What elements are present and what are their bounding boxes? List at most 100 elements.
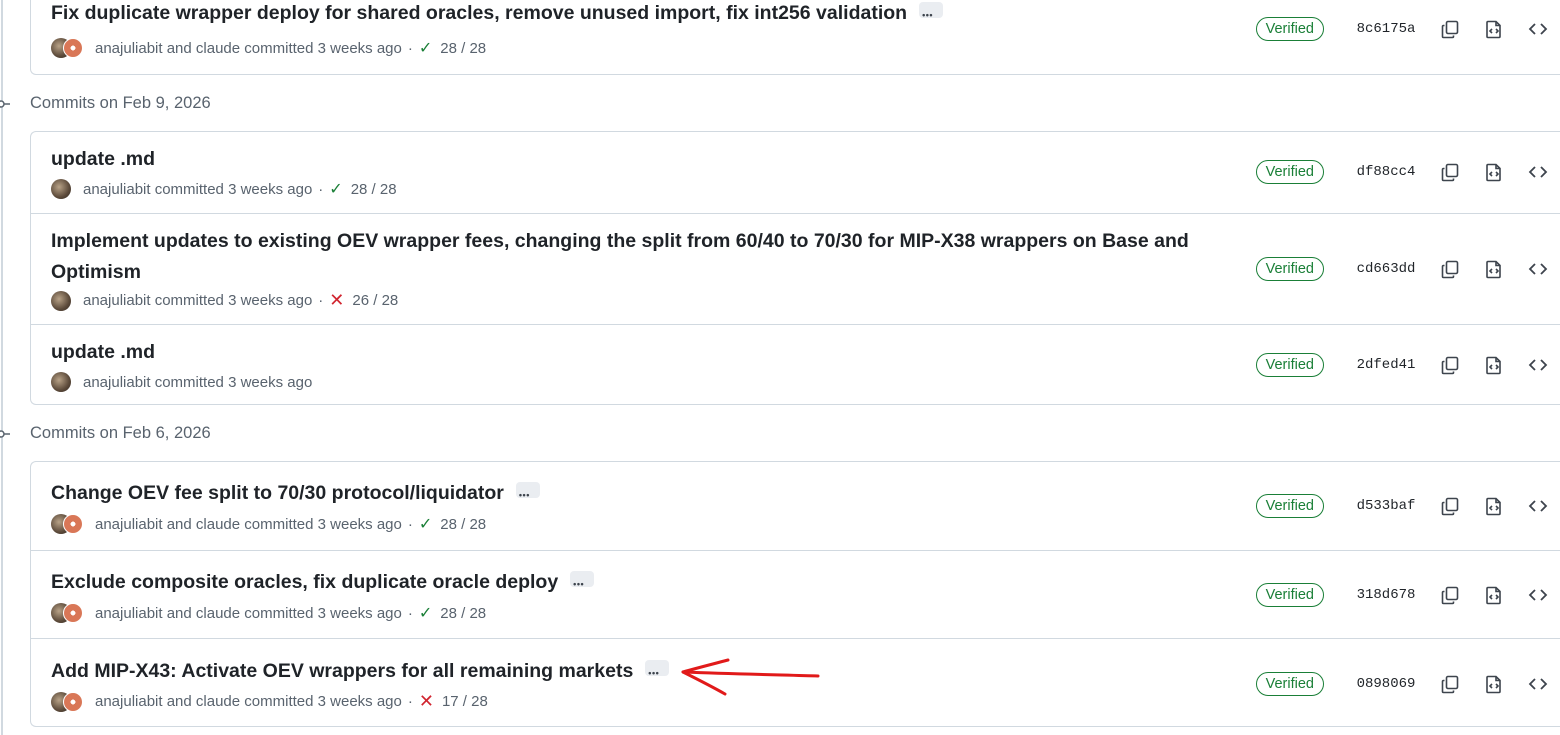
commit-row: Exclude composite oracles, fix duplicate… xyxy=(31,550,1560,638)
commit-title[interactable]: Fix duplicate wrapper deploy for shared … xyxy=(51,0,944,30)
avatar[interactable] xyxy=(51,603,85,623)
commit-authors: anajuliabit committed 3 weeks ago xyxy=(83,292,313,309)
check-icon[interactable]: ✓ xyxy=(329,179,342,199)
commit-authors: anajuliabit and claude committed 3 weeks… xyxy=(95,693,402,710)
verified-badge[interactable]: Verified xyxy=(1255,583,1324,607)
x-icon[interactable]: ✕ xyxy=(329,290,344,311)
code-icon[interactable] xyxy=(1516,157,1560,187)
commit-actions: Verified cd663dd xyxy=(1255,254,1560,284)
copy-icon[interactable] xyxy=(1428,491,1472,521)
expand-ellipsis-button[interactable] xyxy=(919,0,944,30)
expand-ellipsis-button[interactable] xyxy=(645,658,670,688)
file-code-icon[interactable] xyxy=(1472,669,1516,699)
avatar[interactable] xyxy=(51,514,85,534)
checks-count[interactable]: 26 / 28 xyxy=(352,292,398,309)
checks-count[interactable]: 28 / 28 xyxy=(440,605,486,622)
commit-title[interactable]: Exclude composite oracles, fix duplicate… xyxy=(51,566,595,599)
commit-actions: Verified 2dfed41 xyxy=(1255,350,1560,380)
commit-title[interactable]: update .md xyxy=(51,143,155,174)
verified-badge[interactable]: Verified xyxy=(1255,494,1324,518)
commit-row: Change OEV fee split to 70/30 protocol/l… xyxy=(31,462,1560,550)
file-code-icon[interactable] xyxy=(1472,350,1516,380)
verified-badge[interactable]: Verified xyxy=(1255,257,1324,281)
commit-sha-link[interactable]: d533baf xyxy=(1344,498,1428,514)
code-icon[interactable] xyxy=(1516,254,1560,284)
commit-meta: anajuliabit committed 3 weeks ago xyxy=(51,372,312,392)
separator-dot: · xyxy=(407,604,413,622)
avatar[interactable] xyxy=(51,38,85,58)
commit-authors: anajuliabit and claude committed 3 weeks… xyxy=(95,515,402,533)
code-icon[interactable] xyxy=(1516,491,1560,521)
copy-icon[interactable] xyxy=(1428,157,1472,187)
code-icon[interactable] xyxy=(1516,669,1560,699)
copy-icon[interactable] xyxy=(1428,254,1472,284)
commit-actions: Verified d533baf xyxy=(1255,491,1560,521)
code-icon[interactable] xyxy=(1516,580,1560,610)
code-icon[interactable] xyxy=(1516,14,1560,44)
commit-title-link[interactable]: update .md xyxy=(51,341,155,363)
avatar[interactable] xyxy=(51,372,71,392)
annotation-arrow-icon xyxy=(681,658,820,696)
code-icon[interactable] xyxy=(1516,350,1560,380)
commit-title-link[interactable]: Fix duplicate wrapper deploy for shared … xyxy=(51,2,907,24)
file-code-icon[interactable] xyxy=(1472,254,1516,284)
file-code-icon[interactable] xyxy=(1472,580,1516,610)
commit-sha-link[interactable]: 2dfed41 xyxy=(1344,357,1428,373)
check-icon[interactable]: ✓ xyxy=(419,38,432,58)
file-code-icon[interactable] xyxy=(1472,14,1516,44)
avatar[interactable] xyxy=(51,691,85,712)
checks-count[interactable]: 28 / 28 xyxy=(440,40,486,57)
copy-icon[interactable] xyxy=(1428,14,1472,44)
expand-ellipsis-button[interactable] xyxy=(515,480,540,510)
commit-title-link[interactable]: Exclude composite oracles, fix duplicate… xyxy=(51,571,558,593)
commit-authors: anajuliabit committed 3 weeks ago xyxy=(83,180,313,198)
verified-badge[interactable]: Verified xyxy=(1255,353,1324,377)
verified-badge[interactable]: Verified xyxy=(1255,672,1324,696)
copy-icon[interactable] xyxy=(1428,580,1472,610)
verified-badge[interactable]: Verified xyxy=(1255,17,1324,41)
expand-ellipsis-button[interactable] xyxy=(570,569,595,599)
commit-meta: anajuliabit and claude committed 3 weeks… xyxy=(51,691,488,712)
commit-list-group: update .md anajuliabit committed 3 weeks… xyxy=(30,131,1560,405)
commit-title[interactable]: Implement updates to existing OEV wrappe… xyxy=(51,225,1201,287)
verified-badge[interactable]: Verified xyxy=(1255,160,1324,184)
copy-icon[interactable] xyxy=(1428,669,1472,699)
commit-row: Fix duplicate wrapper deploy for shared … xyxy=(31,0,1560,75)
commit-meta: anajuliabit and claude committed 3 weeks… xyxy=(51,38,486,58)
git-commit-icon xyxy=(0,100,10,108)
commit-row: Implement updates to existing OEV wrappe… xyxy=(31,213,1560,324)
group-heading: Commits on Feb 9, 2026 xyxy=(30,94,211,112)
checks-count[interactable]: 28 / 28 xyxy=(440,516,486,533)
commit-title[interactable]: Change OEV fee split to 70/30 protocol/l… xyxy=(51,477,540,510)
avatar[interactable] xyxy=(51,179,71,199)
commit-title[interactable]: Add MIP-X43: Activate OEV wrappers for a… xyxy=(51,655,670,688)
commit-sha-link[interactable]: 8c6175a xyxy=(1344,21,1428,37)
x-icon[interactable]: ✕ xyxy=(419,691,434,712)
avatar[interactable] xyxy=(51,290,71,311)
commit-sha-link[interactable]: df88cc4 xyxy=(1344,164,1428,180)
commit-sha-link[interactable]: 318d678 xyxy=(1344,587,1428,603)
git-commit-icon xyxy=(0,430,10,438)
commit-actions: Verified 318d678 xyxy=(1255,580,1560,610)
copy-icon[interactable] xyxy=(1428,350,1472,380)
separator-dot: · xyxy=(318,180,324,198)
separator-dot: · xyxy=(407,515,413,533)
file-code-icon[interactable] xyxy=(1472,157,1516,187)
commit-title-link[interactable]: update .md xyxy=(51,148,155,170)
commit-meta: anajuliabit and claude committed 3 weeks… xyxy=(51,514,486,534)
checks-count[interactable]: 28 / 28 xyxy=(351,181,397,198)
commit-title-link[interactable]: Add MIP-X43: Activate OEV wrappers for a… xyxy=(51,660,633,682)
commit-title-link[interactable]: Implement updates to existing OEV wrappe… xyxy=(51,230,1189,283)
checks-count[interactable]: 17 / 28 xyxy=(442,693,488,710)
check-icon[interactable]: ✓ xyxy=(419,514,432,534)
commit-list-group: Fix duplicate wrapper deploy for shared … xyxy=(30,0,1560,75)
commit-sha-link[interactable]: cd663dd xyxy=(1344,261,1428,277)
commit-title-link[interactable]: Change OEV fee split to 70/30 protocol/l… xyxy=(51,482,504,504)
separator-dot: · xyxy=(407,693,413,710)
commit-actions: Verified 8c6175a xyxy=(1255,14,1560,44)
check-icon[interactable]: ✓ xyxy=(419,603,432,623)
commit-meta: anajuliabit and claude committed 3 weeks… xyxy=(51,603,486,623)
commit-title[interactable]: update .md xyxy=(51,336,155,367)
commit-sha-link[interactable]: 0898069 xyxy=(1344,676,1428,692)
file-code-icon[interactable] xyxy=(1472,491,1516,521)
